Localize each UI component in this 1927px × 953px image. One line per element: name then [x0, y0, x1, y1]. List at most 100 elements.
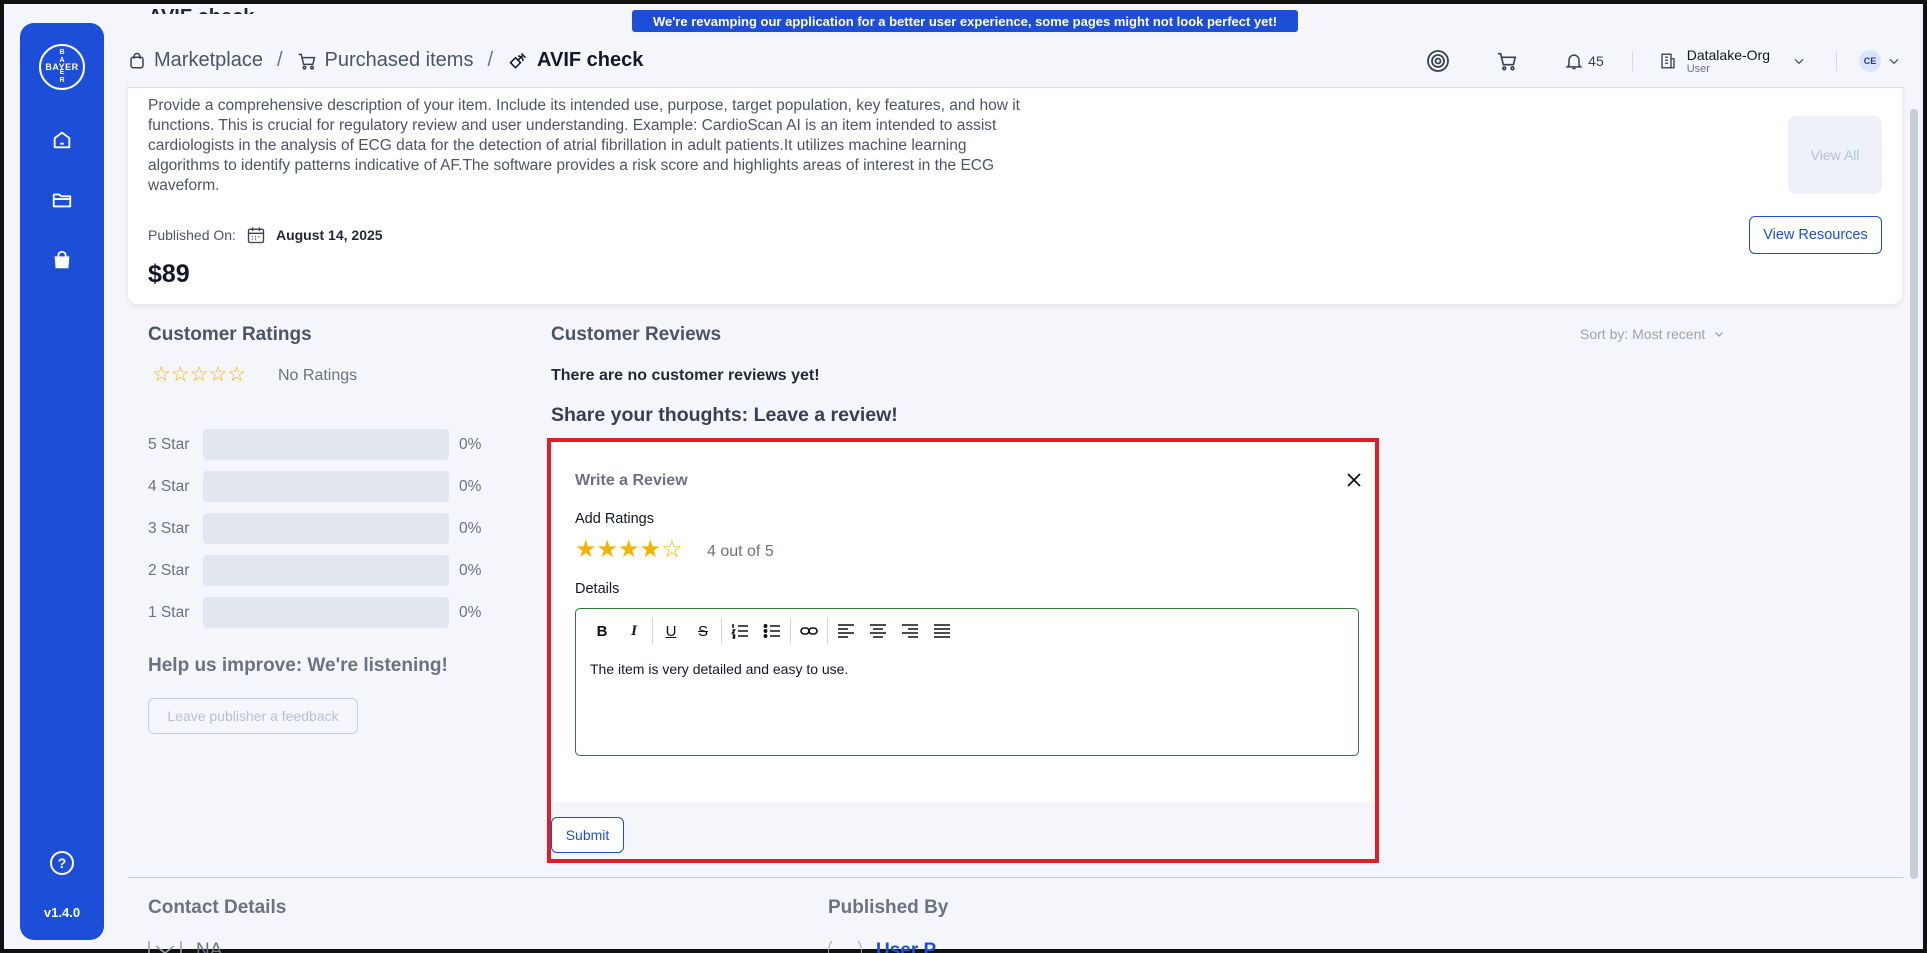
- underline-button[interactable]: U: [655, 617, 687, 645]
- rating-value-text: 4 out of 5: [707, 543, 774, 560]
- rating-bar: [203, 555, 449, 586]
- org-name: Datalake-Org: [1686, 46, 1770, 63]
- rating-bar: [203, 471, 449, 502]
- breadcrumb-purchased[interactable]: Purchased items: [297, 49, 474, 72]
- breadcrumb-current: AVIF check: [507, 49, 643, 72]
- rating-stars-input[interactable]: ★ ★ ★ ★ ☆: [575, 538, 683, 562]
- rating-row-1: 1 Star 0%: [148, 597, 481, 628]
- published-on: Published On: August 14, 2025: [148, 225, 383, 245]
- view-all-button[interactable]: View All: [1788, 116, 1882, 194]
- write-review-panel: Write a Review Add Ratings ★ ★ ★ ★ ☆ 4 o…: [547, 438, 1379, 863]
- app-version: v1.4.0: [43, 905, 81, 920]
- published-date: August 14, 2025: [275, 227, 383, 243]
- breadcrumb-marketplace-label: Marketplace: [154, 49, 263, 71]
- align-center-icon[interactable]: [862, 617, 894, 645]
- customer-ratings-title: Customer Ratings: [148, 324, 312, 345]
- home-icon[interactable]: [50, 128, 74, 152]
- sidebar: BA BAYER ER ? v1.4.0: [20, 23, 104, 940]
- submit-button[interactable]: Submit: [551, 817, 624, 853]
- align-left-icon[interactable]: [830, 617, 862, 645]
- average-rating-stars: ☆☆☆☆☆: [152, 363, 247, 386]
- star-1-icon[interactable]: ★: [575, 538, 597, 562]
- star-2-icon[interactable]: ★: [597, 538, 619, 562]
- view-resources-button[interactable]: View Resources: [1749, 216, 1882, 254]
- calendar-icon: [247, 227, 265, 244]
- published-label: Published On:: [148, 227, 236, 243]
- chevron-down-icon: [1794, 58, 1804, 64]
- strikethrough-button[interactable]: S: [687, 617, 719, 645]
- cart-icon: [1497, 52, 1517, 71]
- rating-row-3: 3 Star 0%: [148, 513, 481, 544]
- italic-button[interactable]: I: [618, 617, 650, 645]
- breadcrumb-purchased-label: Purchased items: [324, 49, 474, 71]
- customer-reviews-title: Customer Reviews: [551, 324, 722, 345]
- chevron-down-icon: [1889, 58, 1899, 64]
- notifications-button[interactable]: 45: [1564, 51, 1604, 71]
- scrollbar[interactable]: [1910, 109, 1918, 879]
- breadcrumb-separator: /: [487, 49, 494, 71]
- notification-count: 45: [1588, 52, 1604, 69]
- avatar: CE: [1859, 49, 1881, 72]
- details-text[interactable]: The item is very detailed and easy to us…: [590, 661, 848, 677]
- align-justify-icon[interactable]: [926, 617, 958, 645]
- help-icon[interactable]: ?: [50, 851, 74, 875]
- rating-bar: [203, 597, 449, 628]
- settings-icon[interactable]: [1426, 49, 1450, 73]
- details-editor[interactable]: B I U S The item is very detailed and ea…: [575, 608, 1359, 756]
- item-details-card: Provide a comprehensive description of y…: [128, 74, 1902, 304]
- leave-feedback-button[interactable]: Leave publisher a feedback: [148, 698, 358, 734]
- bell-icon: [1565, 53, 1583, 69]
- breadcrumb-separator: /: [276, 49, 283, 71]
- user-menu[interactable]: CE: [1859, 49, 1901, 72]
- rating-bar: [203, 513, 449, 544]
- published-by-title: Published By: [828, 897, 949, 918]
- no-reviews-text: There are no customer reviews yet!: [551, 367, 820, 384]
- item-price: $89: [148, 260, 190, 288]
- align-right-icon[interactable]: [894, 617, 926, 645]
- top-bar: Marketplace / Purchased items / AVIF che…: [128, 34, 1903, 88]
- section-divider: [128, 877, 1903, 878]
- no-ratings-text: No Ratings: [278, 367, 358, 384]
- rating-bar: [203, 429, 449, 460]
- revamp-banner: We're revamping our application for a be…: [632, 10, 1298, 32]
- chevron-down-icon: [1715, 332, 1724, 337]
- org-switcher[interactable]: Datalake-Org User: [1659, 47, 1806, 75]
- breadcrumb-current-label: AVIF check: [537, 49, 644, 71]
- cart-icon: [298, 53, 315, 70]
- ordered-list-icon[interactable]: [724, 617, 756, 645]
- star-3-icon[interactable]: ★: [618, 538, 640, 562]
- bullet-list-icon[interactable]: [756, 617, 788, 645]
- breadcrumb: Marketplace / Purchased items / AVIF che…: [128, 49, 643, 72]
- link-icon[interactable]: [793, 617, 825, 645]
- previous-section-title: AVIF check: [148, 6, 254, 14]
- sort-label: Sort by: Most recent: [1580, 326, 1706, 342]
- star-5-icon[interactable]: ☆: [661, 538, 683, 562]
- bag-icon: [130, 52, 144, 68]
- mail-icon: [148, 941, 182, 953]
- folder-icon[interactable]: [50, 188, 74, 212]
- bold-button[interactable]: B: [586, 617, 618, 645]
- help-improve-title: Help us improve: We're listening!: [148, 655, 448, 676]
- contact-details-title: Contact Details: [148, 897, 287, 918]
- details-label: Details: [575, 581, 620, 597]
- close-icon[interactable]: [1343, 469, 1365, 491]
- satellite-icon: [509, 52, 527, 69]
- share-thoughts-title: Share your thoughts: Leave a review!: [551, 404, 898, 426]
- cart-button[interactable]: [1496, 50, 1518, 72]
- rating-row-5: 5 Star 0%: [148, 429, 481, 460]
- user-icon: [828, 941, 862, 953]
- publisher-link[interactable]: User P: [828, 941, 936, 953]
- star-4-icon[interactable]: ★: [640, 538, 662, 562]
- item-description: Provide a comprehensive description of y…: [148, 97, 1020, 194]
- divider: [1631, 50, 1633, 71]
- write-review-title: Write a Review: [575, 472, 688, 489]
- contact-value: NA: [148, 941, 222, 953]
- breadcrumb-marketplace[interactable]: Marketplace: [128, 49, 263, 72]
- bayer-logo[interactable]: BA BAYER ER: [39, 44, 85, 90]
- rating-row-2: 2 Star 0%: [148, 555, 481, 586]
- editor-toolbar: B I U S: [586, 617, 958, 645]
- shopping-bag-icon[interactable]: [50, 248, 74, 272]
- sort-dropdown[interactable]: Sort by: Most recent: [1580, 326, 1725, 342]
- divider: [1836, 50, 1837, 71]
- add-ratings-label: Add Ratings: [575, 511, 654, 527]
